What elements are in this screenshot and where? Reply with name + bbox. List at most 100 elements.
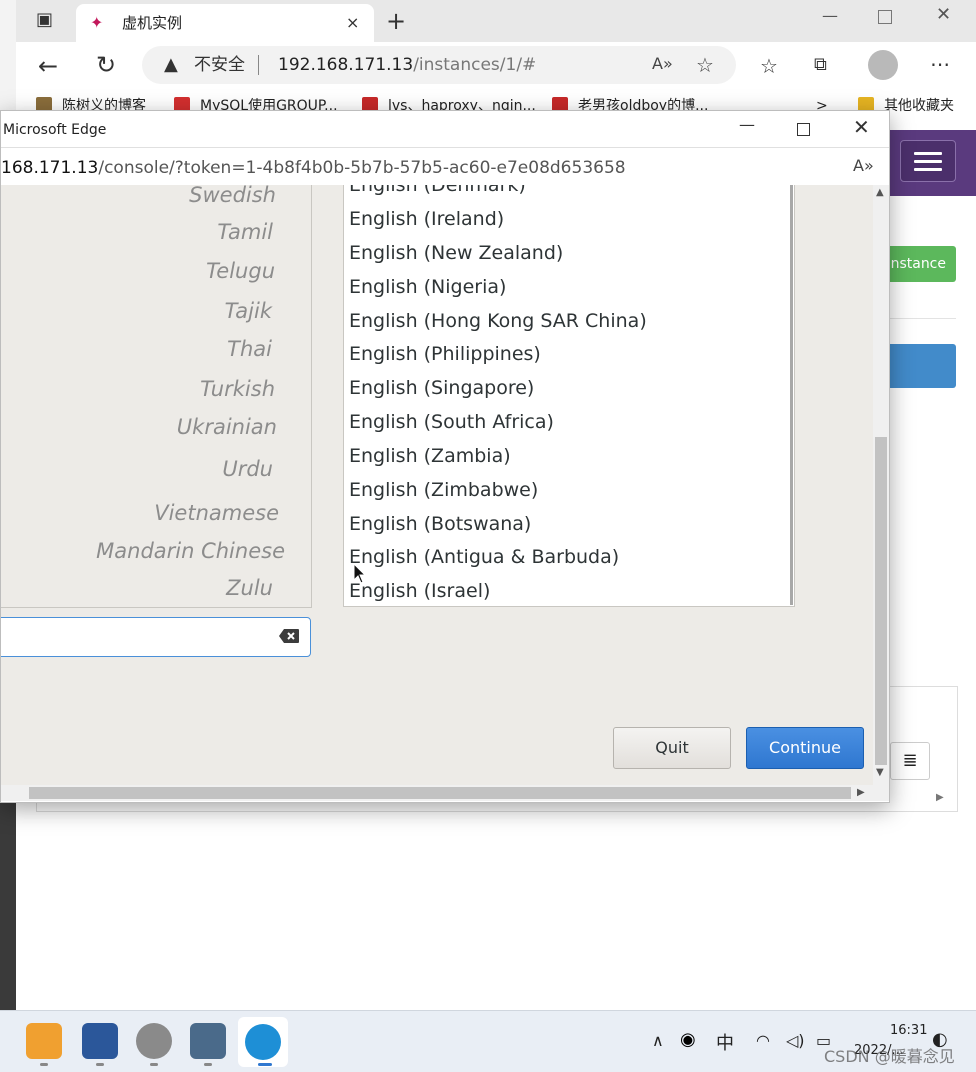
url-path: /instances/1/# [413,55,537,75]
clear-search-icon[interactable] [278,628,300,644]
locale-item[interactable]: English (Denmark) [349,185,526,197]
active-indicator [258,1063,272,1066]
address-bar[interactable]: ▲ 不安全 192.168.171.13/instances/1/# A» ☆ [142,46,736,84]
collections-icon[interactable]: ⧉ [814,54,827,75]
language-item[interactable]: Tajik [225,298,272,324]
favorites-icon[interactable]: ☆ [760,54,778,78]
warning-icon: ▲ [164,54,178,75]
popup-vertical-scrollbar[interactable]: ▲ ▼ [873,185,889,785]
language-item[interactable]: Turkish [200,376,275,402]
info-bar [886,344,956,388]
minimize-icon[interactable]: — [822,6,838,25]
ime-indicator[interactable]: 中 [716,1029,734,1055]
language-item[interactable]: Zulu [226,575,273,601]
qq-tray-icon[interactable]: ◉ [680,1029,696,1050]
locale-item[interactable]: English (Zimbabwe) [349,478,538,502]
site-favicon-icon: ✦ [90,13,104,32]
wifi-icon[interactable]: ◠ [756,1031,770,1050]
popup-url-host: 168.171.13 [1,158,99,178]
language-item[interactable]: Thai [227,336,272,362]
popup-horizontal-scrollbar[interactable]: ▶ [1,785,873,801]
language-item[interactable]: Ukrainian [177,414,277,440]
locale-item[interactable]: English (Nigeria) [349,275,506,299]
maximize-icon[interactable] [878,10,892,24]
add-favorite-icon[interactable]: ☆ [696,53,714,77]
taskbar-app-icon[interactable] [26,1023,62,1059]
locale-item[interactable]: English (Philippines) [349,342,541,366]
vertical-scroll-thumb[interactable] [875,437,887,765]
language-item[interactable]: Mandarin Chinese [96,538,285,564]
show-hidden-icons-chevron[interactable]: ∧ [652,1031,664,1050]
new-tab-button[interactable]: + [386,8,406,34]
console-popup-window: Microsoft Edge — ✕ 168.171.13/console/?t… [0,110,890,803]
browser-toolbar: ← ↻ ▲ 不安全 192.168.171.13/instances/1/# A… [16,42,976,90]
scroll-down-arrow-icon[interactable]: ▼ [876,767,884,778]
locale-item[interactable]: English (Singapore) [349,376,534,400]
locale-item[interactable]: English (Hong Kong SAR China) [349,309,647,333]
profile-avatar[interactable] [868,50,898,80]
read-aloud-icon[interactable]: A» [853,156,874,175]
word-icon[interactable] [82,1023,118,1059]
locale-item[interactable]: English (Israel) [349,579,490,603]
locale-list: English (Denmark) English (Ireland) Engl… [343,185,795,607]
clock-time[interactable]: 16:31 [890,1023,927,1038]
horizontal-scroll-thumb[interactable] [29,787,851,799]
language-item[interactable]: Swedish [189,185,276,208]
language-item[interactable]: Vietnamese [154,500,279,526]
locale-item[interactable]: English (South Africa) [349,410,554,434]
continue-button[interactable]: Continue [746,727,864,769]
create-instance-button[interactable]: nstance [886,246,956,282]
insecure-label: 不安全 [194,55,245,75]
window-close-icon[interactable]: ✕ [936,4,951,25]
installer-console: Swedish Tamil Telugu Tajik Thai Turkish … [1,185,873,785]
popup-url: 168.171.13/console/?token=1-4b8f4b0b-5b7… [1,157,626,179]
taskbar-active-app[interactable] [238,1017,288,1067]
address-divider [258,55,259,75]
volume-icon[interactable]: ◁) [786,1031,805,1050]
running-indicator [204,1063,212,1066]
running-indicator [150,1063,158,1066]
locale-item[interactable]: English (Antigua & Barbuda) [349,545,619,569]
url-host: 192.168.171.13 [278,55,414,75]
language-item[interactable]: Telugu [206,258,275,284]
more-menu-icon[interactable]: ⋯ [930,52,950,76]
language-item[interactable]: Urdu [222,456,273,482]
running-indicator [40,1063,48,1066]
scroll-right-arrow-icon[interactable]: ▶ [936,792,944,803]
divider [886,318,956,319]
tab-title: 虚机实例 [122,14,183,32]
locale-item[interactable]: English (Botswana) [349,512,531,536]
reload-icon[interactable]: ↻ [96,51,116,79]
remote-desktop-icon[interactable] [190,1023,226,1059]
scroll-up-arrow-icon[interactable]: ▲ [876,187,884,198]
scroll-right-arrow-icon[interactable]: ▶ [857,787,865,798]
quit-button[interactable]: Quit [613,727,731,769]
mouse-cursor-icon [353,563,367,584]
hamburger-menu-icon[interactable] [900,140,956,182]
list-view-icon[interactable]: ≣ [890,742,930,780]
popup-minimize-icon[interactable]: — [739,115,755,134]
tab-vm-instances[interactable]: ✦ 虚机实例 × [76,4,374,42]
popup-close-icon[interactable]: ✕ [853,115,870,139]
locale-item[interactable]: English (New Zealand) [349,241,563,265]
tab-strip: ▣ ✦ 虚机实例 × + — ✕ [16,0,976,42]
popup-address-bar[interactable]: 168.171.13/console/?token=1-4b8f4b0b-5b7… [1,147,889,187]
edge-icon [245,1024,281,1060]
locale-item[interactable]: English (Zambia) [349,444,511,468]
scrollbar-corner [873,785,889,801]
popup-url-path: /console/?token=1-4b8f4b0b-5b7b-57b5-ac6… [98,158,626,178]
tab-close-icon[interactable]: × [346,13,359,33]
watermark-text: CSDN @暖暮念见 [824,1047,955,1066]
back-arrow-icon[interactable]: ← [38,52,58,80]
photo-app-icon[interactable] [136,1023,172,1059]
running-indicator [96,1063,104,1066]
url-text: 192.168.171.13/instances/1/# [278,54,536,76]
locale-item[interactable]: English (Ireland) [349,207,504,231]
locale-list-scrollbar[interactable] [790,185,793,605]
tab-actions-icon[interactable]: ▣ [36,10,56,30]
read-aloud-icon[interactable]: A» [652,54,673,73]
language-search-input[interactable] [1,617,311,657]
taskbar: ∧ ◉ 中 ◠ ◁) ▭ 16:31 2022/... ◐ CSDN @暖暮念见 [0,1010,976,1072]
popup-maximize-icon[interactable] [797,123,810,136]
language-item[interactable]: Tamil [217,219,273,245]
